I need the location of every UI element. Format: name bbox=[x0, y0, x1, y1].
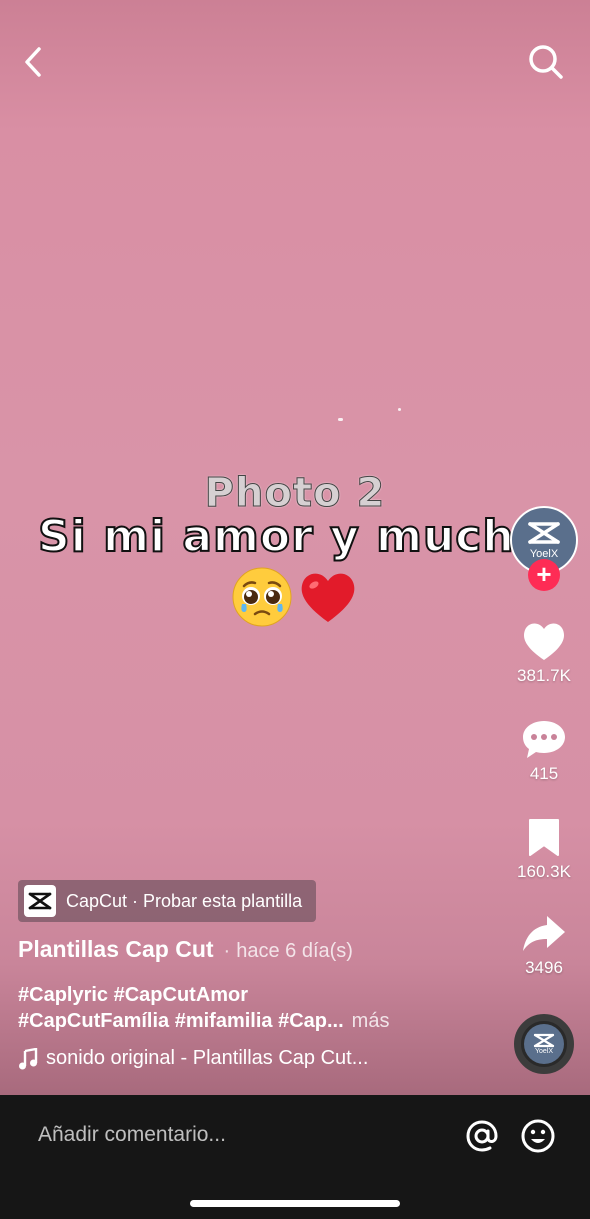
author-line: Plantillas Cap Cut · hace 6 día(s) bbox=[18, 936, 353, 963]
at-mention-icon[interactable] bbox=[464, 1118, 500, 1154]
comment-button[interactable]: 415 bbox=[510, 718, 578, 784]
capcut-logo-icon bbox=[24, 885, 56, 917]
music-title: sonido original - Plantillas Cap Cut... bbox=[46, 1047, 369, 1069]
heart-icon bbox=[523, 623, 565, 660]
capcut-logo-icon bbox=[528, 522, 560, 544]
author-name[interactable]: Plantillas Cap Cut bbox=[18, 936, 214, 963]
separator-dot: · bbox=[223, 940, 231, 962]
post-time: hace 6 día(s) bbox=[236, 940, 353, 962]
sparkle bbox=[338, 418, 343, 421]
template-chip-label: CapCut · Probar esta plantilla bbox=[66, 890, 303, 911]
home-indicator bbox=[190, 1200, 400, 1207]
like-count: 381.7K bbox=[517, 666, 571, 685]
caption: #Caplyric #CapCutAmor #CapCutFamília #mi… bbox=[18, 982, 488, 1034]
back-button[interactable] bbox=[12, 40, 56, 84]
lyric-text: Si mi amor y mucho bbox=[38, 511, 518, 562]
comment-bar: Añadir comentario... bbox=[0, 1095, 590, 1219]
emoji-picker-icon[interactable] bbox=[520, 1118, 556, 1154]
save-count: 160.3K bbox=[517, 862, 571, 881]
caption-hashtags[interactable]: #CapCutFamília #mifamilia #Cap... bbox=[18, 1010, 344, 1032]
search-icon bbox=[529, 45, 563, 79]
sparkle bbox=[398, 408, 401, 411]
disc-name: YoelX bbox=[534, 1048, 554, 1055]
photo-label: Photo 2 bbox=[204, 470, 386, 517]
red-heart-icon bbox=[301, 573, 355, 622]
more-button[interactable]: más bbox=[352, 1010, 390, 1032]
share-icon bbox=[523, 916, 565, 951]
template-chip[interactable]: CapCut · Probar esta plantilla bbox=[18, 880, 317, 922]
comment-count: 415 bbox=[529, 764, 559, 783]
disc-avatar: YoelX bbox=[524, 1024, 564, 1064]
comment-icon bbox=[523, 721, 565, 758]
creator-avatar[interactable]: YoelX + bbox=[510, 506, 578, 591]
like-button[interactable]: 381.7K bbox=[510, 620, 578, 686]
music-disc[interactable]: YoelX bbox=[514, 1014, 574, 1074]
chevron-left-icon bbox=[25, 47, 41, 77]
emoji-row bbox=[0, 566, 590, 628]
share-count: 3496 bbox=[525, 958, 563, 977]
video-player[interactable]: Photo 2 Si mi amor y mucho bbox=[0, 0, 590, 1095]
comment-input[interactable]: Añadir comentario... bbox=[38, 1123, 226, 1147]
search-button[interactable] bbox=[524, 40, 568, 84]
plus-icon: + bbox=[536, 559, 552, 589]
pleading-face-icon bbox=[232, 567, 292, 627]
follow-button[interactable]: + bbox=[528, 559, 560, 591]
save-button[interactable]: 160.3K bbox=[510, 816, 578, 882]
share-button[interactable]: 3496 bbox=[510, 912, 578, 978]
caption-hashtags[interactable]: #Caplyric #CapCutAmor bbox=[18, 984, 248, 1006]
music-info[interactable]: sonido original - Plantillas Cap Cut... bbox=[18, 1047, 368, 1070]
bookmark-icon bbox=[529, 819, 559, 856]
capcut-logo-icon bbox=[533, 1033, 555, 1048]
music-note-icon bbox=[19, 1047, 38, 1069]
